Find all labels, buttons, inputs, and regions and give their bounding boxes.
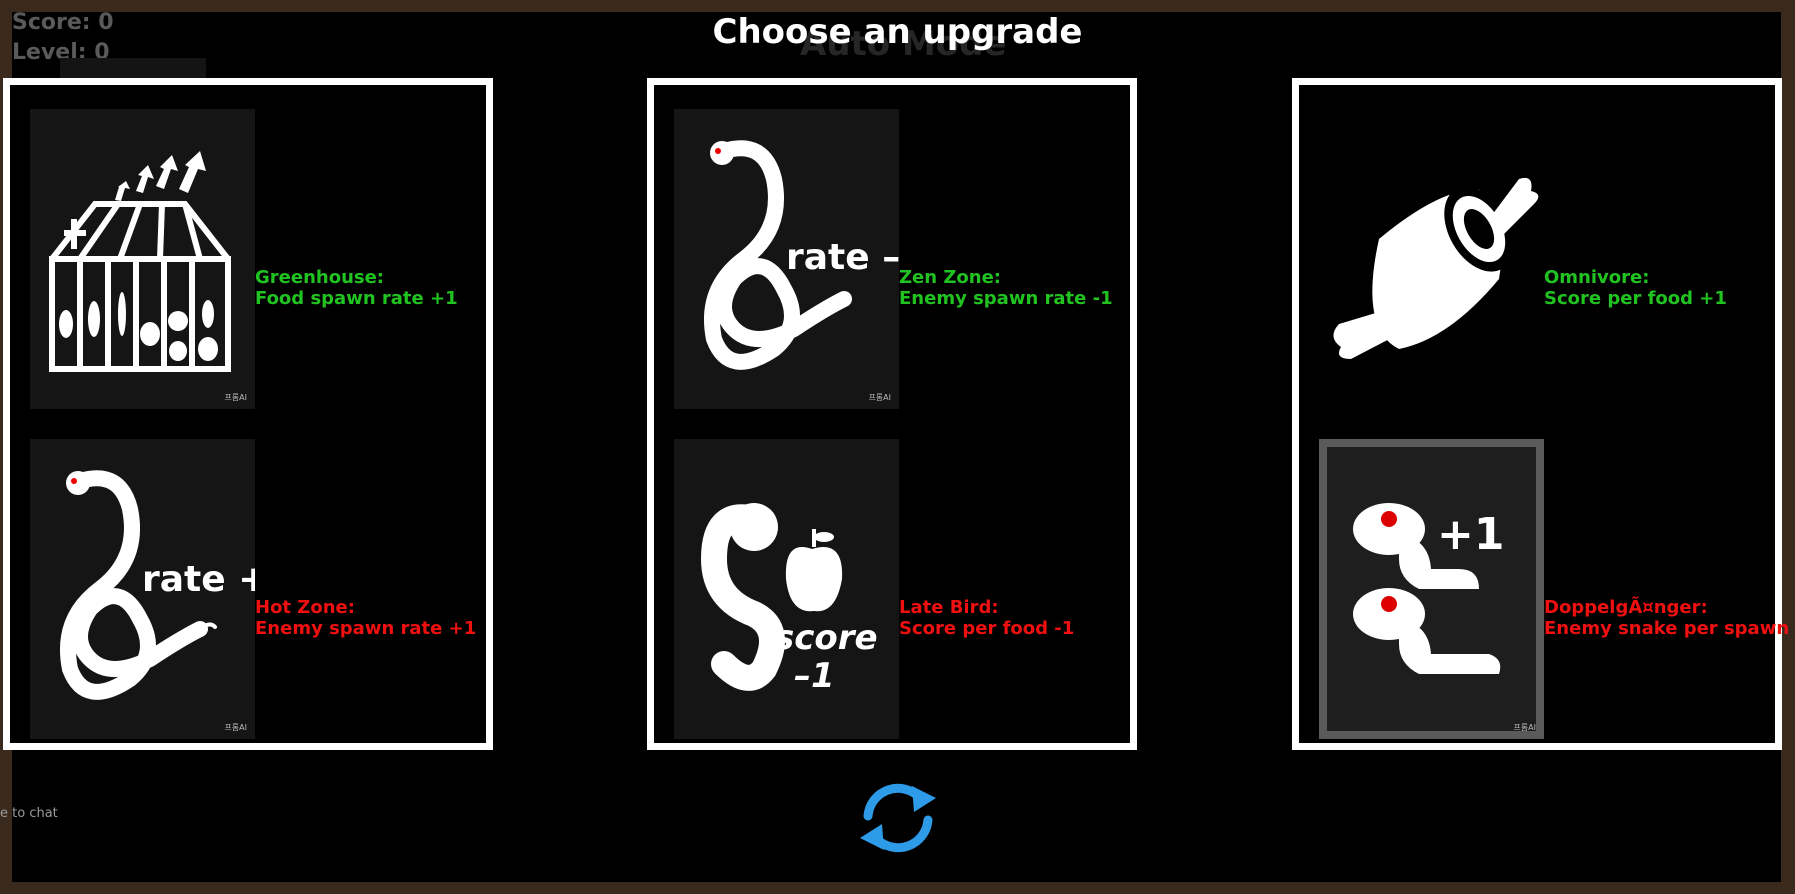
hud-bar bbox=[60, 58, 206, 78]
upgrade-option-omnivore[interactable]: Omnivore: Score per food +1 +1 프롬AI Dopp… bbox=[1292, 78, 1795, 750]
upgrade-row: 프롬AI Greenhouse: Food spawn rate +1 bbox=[30, 109, 490, 409]
downgrade-name: Hot Zone: bbox=[255, 597, 355, 618]
downgrade-row: score –1 Late Bird: Score per food -1 bbox=[674, 439, 1134, 739]
upgrade-effect: Enemy spawn rate -1 bbox=[899, 288, 1113, 309]
icon-text: +1 bbox=[1437, 509, 1504, 560]
meat-icon bbox=[1319, 109, 1544, 409]
downgrade-effect: Score per food -1 bbox=[899, 618, 1075, 639]
upgrade-row: rate –1 프롬AI Zen Zone: Enemy spawn rate … bbox=[674, 109, 1134, 409]
downgrade-name: Late Bird: bbox=[899, 597, 999, 618]
upgrade-description: Zen Zone: Enemy spawn rate -1 bbox=[899, 267, 1113, 309]
downgrade-name: DoppelgÃ¤nger: bbox=[1544, 597, 1708, 618]
upgrade-effect: Score per food +1 bbox=[1544, 288, 1727, 309]
twin-snakes-icon: +1 프롬AI bbox=[1319, 439, 1544, 739]
refresh-icon[interactable] bbox=[850, 776, 946, 860]
downgrade-effect: Enemy snake per spawn +1 bbox=[1544, 618, 1795, 639]
upgrade-option-greenhouse[interactable]: 프롬AI Greenhouse: Food spawn rate +1 rate… bbox=[3, 78, 493, 750]
icon-text-score: score bbox=[774, 618, 878, 658]
snake-apple-score-icon: score –1 bbox=[674, 439, 899, 739]
upgrade-row: Omnivore: Score per food +1 bbox=[1319, 109, 1779, 409]
snake-rate-minus-icon: rate –1 프롬AI bbox=[674, 109, 899, 409]
downgrade-description: Late Bird: Score per food -1 bbox=[899, 597, 1074, 639]
icon-text: rate +1 bbox=[142, 559, 255, 600]
watermark: 프롬AI bbox=[224, 723, 247, 732]
upgrade-option-zen-zone[interactable]: rate –1 프롬AI Zen Zone: Enemy spawn rate … bbox=[647, 78, 1137, 750]
snake-rate-plus-icon: rate +1 프롬AI bbox=[30, 439, 255, 739]
icon-text: rate –1 bbox=[786, 237, 899, 278]
upgrade-name: Zen Zone: bbox=[899, 267, 1001, 288]
downgrade-effect: Enemy spawn rate +1 bbox=[255, 618, 477, 639]
watermark: 프롬AI bbox=[224, 393, 247, 402]
upgrade-name: Omnivore: bbox=[1544, 267, 1650, 288]
downgrade-row: +1 프롬AI DoppelgÃ¤nger: Enemy snake per s… bbox=[1319, 439, 1795, 739]
downgrade-description: DoppelgÃ¤nger: Enemy snake per spawn +1 bbox=[1544, 597, 1795, 639]
upgrade-effect: Food spawn rate +1 bbox=[255, 288, 458, 309]
watermark: 프롬AI bbox=[1513, 723, 1536, 732]
watermark: 프롬AI bbox=[868, 393, 891, 402]
upgrade-description: Omnivore: Score per food +1 bbox=[1544, 267, 1727, 309]
icon-text-minus: –1 bbox=[794, 656, 835, 696]
upgrade-description: Greenhouse: Food spawn rate +1 bbox=[255, 267, 458, 309]
downgrade-row: rate +1 프롬AI Hot Zone: Enemy spawn rate … bbox=[30, 439, 490, 739]
upgrade-title: Choose an upgrade bbox=[712, 12, 1083, 52]
upgrade-name: Greenhouse: bbox=[255, 267, 384, 288]
greenhouse-icon: 프롬AI bbox=[30, 109, 255, 409]
downgrade-description: Hot Zone: Enemy spawn rate +1 bbox=[255, 597, 476, 639]
chat-hint: e to chat bbox=[0, 806, 58, 821]
